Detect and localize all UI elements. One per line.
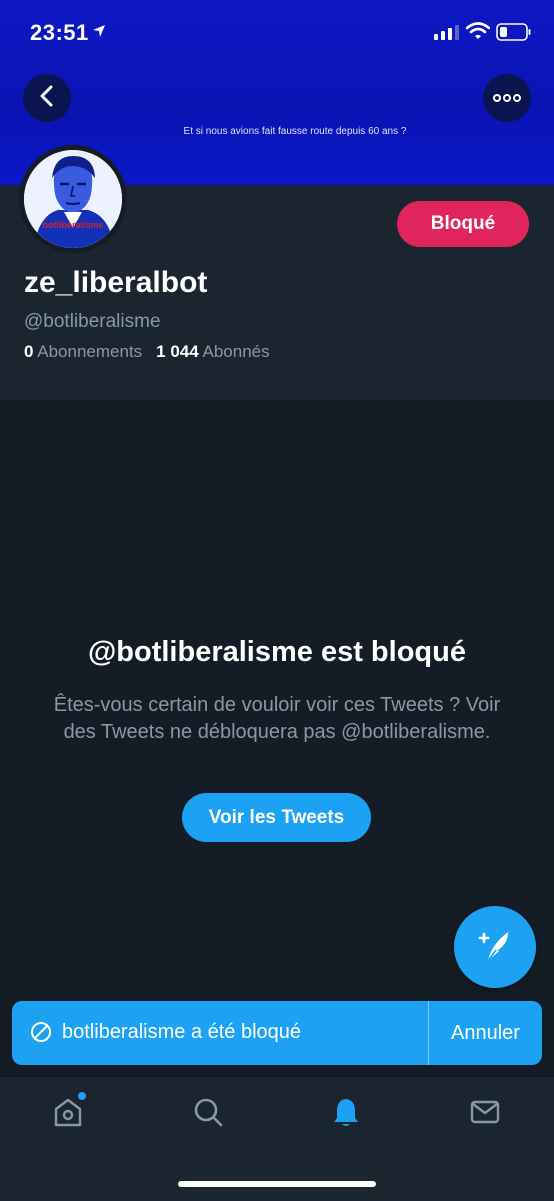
- handle: @botliberalisme: [24, 311, 161, 332]
- followers-label: Abonnés: [202, 342, 270, 361]
- search-icon: [191, 1095, 225, 1134]
- back-button[interactable]: [23, 74, 71, 122]
- banner-caption: Et si nous avions fait fausse route depu…: [183, 126, 407, 137]
- avatar-label: botliberalisme: [42, 220, 104, 230]
- blocked-circle-icon: [30, 1021, 52, 1048]
- more-options-button[interactable]: [483, 74, 531, 122]
- following-link[interactable]: 0 Abonnements: [24, 342, 142, 361]
- toast-message: botliberalisme a été bloqué: [62, 1021, 302, 1043]
- blocked-description: Êtes-vous certain de vouloir voir ces Tw…: [53, 694, 501, 743]
- chevron-left-icon: [37, 85, 57, 112]
- blocked-button[interactable]: Bloqué: [397, 201, 529, 247]
- battery-icon: [496, 22, 532, 47]
- avatar-image: botliberalisme: [24, 150, 122, 248]
- cellular-signal-icon: [434, 24, 460, 45]
- more-horizontal-icon: [493, 89, 521, 107]
- tab-notifications[interactable]: [326, 1094, 366, 1134]
- status-time: 23:51: [30, 20, 89, 45]
- followers-count: 1 044: [156, 342, 199, 361]
- blocked-toast: botliberalisme a été bloqué Annuler: [12, 1001, 542, 1065]
- following-count: 0: [24, 342, 34, 361]
- compose-tweet-button[interactable]: [454, 906, 536, 988]
- tab-search[interactable]: [188, 1094, 228, 1134]
- location-arrow-icon: [92, 24, 106, 43]
- blocked-title: @botliberalisme est bloqué: [88, 636, 466, 668]
- home-indicator: [178, 1181, 376, 1187]
- wifi-icon: [465, 22, 491, 45]
- compose-feather-icon: [474, 924, 516, 971]
- follow-stats: 0 Abonnements 1 044 Abonnés: [24, 342, 270, 362]
- home-badge-dot: [78, 1092, 86, 1100]
- followers-link[interactable]: 1 044 Abonnés: [156, 342, 269, 361]
- undo-button[interactable]: Annuler: [429, 1001, 542, 1065]
- envelope-icon: [468, 1095, 502, 1134]
- home-icon: [51, 1095, 85, 1134]
- tab-messages[interactable]: [465, 1094, 505, 1134]
- view-tweets-button[interactable]: Voir les Tweets: [182, 793, 371, 842]
- tab-home[interactable]: [48, 1094, 88, 1134]
- bell-icon: [329, 1095, 363, 1134]
- display-name: ze_liberalbot: [24, 266, 208, 299]
- following-label: Abonnements: [37, 342, 143, 361]
- avatar[interactable]: botliberalisme: [19, 145, 127, 253]
